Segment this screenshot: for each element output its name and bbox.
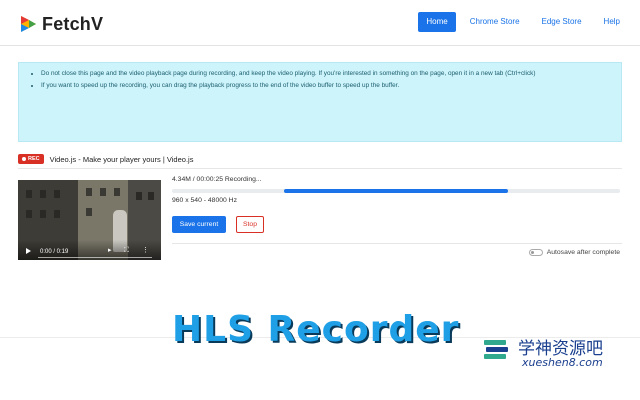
recording-progress-fill	[284, 189, 508, 193]
autosave-label: Autosave after complete	[546, 249, 620, 256]
tab-title: Video.js - Make your player yours | Vide…	[49, 154, 194, 164]
recording-status: 4.34M / 00:00:25 Recording...	[172, 176, 262, 183]
toggle-knob	[530, 251, 534, 254]
media-resolution: 960 x 540 - 48000 Hz	[172, 197, 237, 204]
alert-item: If you want to speed up the recording, y…	[41, 81, 611, 91]
stop-button[interactable]: Stop	[236, 216, 264, 233]
divider	[172, 243, 622, 244]
nav-home[interactable]: Home	[418, 12, 456, 32]
video-seek-bar[interactable]	[38, 257, 152, 258]
volume-icon[interactable]: ▸	[108, 247, 112, 255]
video-preview[interactable]: 0:00 / 0:19 ▸ ⛶ ⋮	[18, 180, 161, 260]
video-time: 0:00 / 0:19	[40, 249, 69, 255]
watermark-en: xueshen8.com	[522, 356, 603, 369]
info-alert: Do not close this page and the video pla…	[18, 62, 622, 142]
fetchv-logo-icon	[21, 16, 36, 32]
top-nav: Home Chrome Store Edge Store Help	[418, 12, 628, 32]
nav-edge-store[interactable]: Edge Store	[534, 12, 590, 32]
play-icon[interactable]	[26, 248, 31, 254]
watermark: 学神资源吧 xueshen8.com	[482, 332, 632, 372]
nav-chrome-store[interactable]: Chrome Store	[462, 12, 528, 32]
recording-progress	[172, 189, 620, 193]
more-icon[interactable]: ⋮	[142, 247, 149, 255]
fullscreen-icon[interactable]: ⛶	[124, 247, 129, 255]
autosave-toggle[interactable]	[528, 249, 543, 256]
nav-help[interactable]: Help	[596, 12, 628, 32]
rec-badge-label: REC	[28, 156, 40, 162]
app-name: FetchV	[42, 13, 104, 34]
app-header: FetchV Home Chrome Store Edge Store Help	[0, 0, 640, 46]
record-dot-icon	[22, 157, 26, 161]
alert-item: Do not close this page and the video pla…	[41, 69, 611, 79]
divider	[18, 168, 622, 169]
rec-badge: REC	[18, 154, 44, 164]
video-controls: 0:00 / 0:19 ▸ ⛶ ⋮	[18, 240, 161, 260]
recording-tab-row: REC Video.js - Make your player yours | …	[18, 153, 193, 165]
logo[interactable]: FetchV	[18, 12, 103, 36]
promo-title: HLS Recorder	[172, 309, 460, 350]
autosave-toggle-row: Autosave after complete	[528, 249, 620, 256]
books-icon	[484, 340, 508, 359]
save-current-button[interactable]: Save current	[172, 216, 226, 233]
